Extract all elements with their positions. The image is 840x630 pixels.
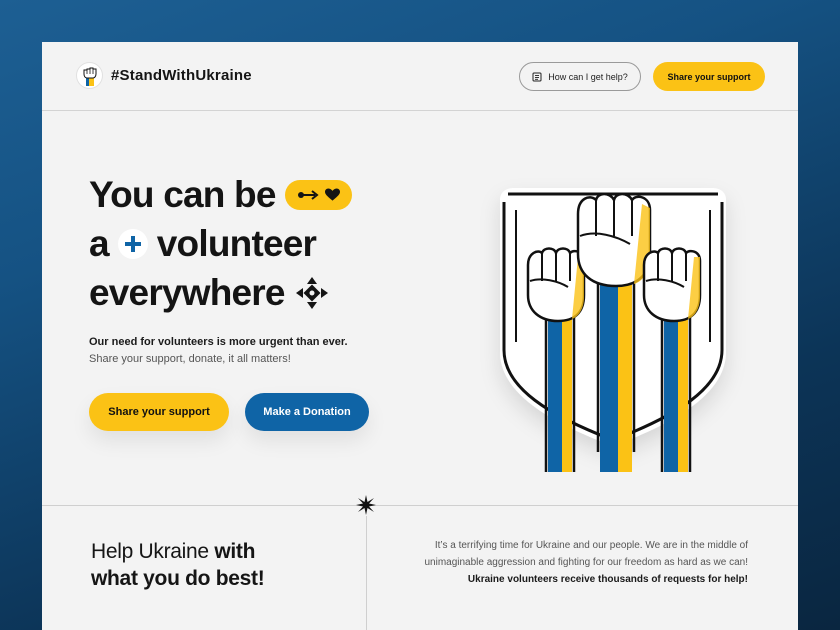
hero-text-you-can-be: You can be bbox=[89, 174, 276, 215]
raised-fists-shield-illustration bbox=[500, 188, 726, 472]
plus-badge bbox=[117, 229, 148, 259]
heart-icon bbox=[324, 188, 340, 201]
section-title-bold-1: with bbox=[214, 540, 256, 563]
hero-headline-line-1: You can be bbox=[89, 173, 352, 217]
section-divider bbox=[42, 505, 798, 506]
hero-text-a: a bbox=[89, 223, 110, 264]
hero-headline-line-2: a volunteer bbox=[89, 222, 317, 266]
hero-yellow-pill bbox=[284, 180, 352, 210]
get-help-label: How can I get help? bbox=[548, 71, 628, 82]
section-paragraph-text: It’s a terrifying time for Ukraine and o… bbox=[424, 540, 748, 568]
hero-subtitle: Share your support, donate, it all matte… bbox=[89, 353, 291, 365]
hero-headline-line-3: everywhere bbox=[89, 271, 330, 315]
arrow-key-icon bbox=[297, 190, 319, 200]
share-support-button[interactable]: Share your support bbox=[89, 393, 229, 431]
asterisk-star-icon bbox=[356, 495, 376, 515]
section-title-bold-2: what you do best! bbox=[91, 567, 265, 590]
section-title: Help Ukraine with what you do best! bbox=[91, 538, 265, 592]
page-frame: #StandWithUkraine How can I get help? Sh… bbox=[42, 42, 798, 630]
top-navigation: #StandWithUkraine How can I get help? Sh… bbox=[42, 42, 798, 111]
make-donation-button[interactable]: Make a Donation bbox=[245, 393, 369, 431]
four-arrows-icon bbox=[295, 277, 328, 309]
document-icon bbox=[532, 72, 542, 81]
hero-text-volunteer: volunteer bbox=[156, 223, 317, 264]
section-title-regular: Help Ukraine bbox=[91, 540, 209, 563]
section-paragraph-bold: Ukraine volunteers receive thousands of … bbox=[467, 574, 748, 585]
section-paragraph: It’s a terrifying time for Ukraine and o… bbox=[402, 537, 748, 588]
hero-text-everywhere: everywhere bbox=[89, 272, 285, 313]
plus-icon bbox=[124, 236, 141, 252]
logo[interactable] bbox=[76, 62, 103, 89]
get-help-button[interactable]: How can I get help? bbox=[519, 62, 641, 91]
brand-title[interactable]: #StandWithUkraine bbox=[111, 67, 252, 84]
share-support-header-button[interactable]: Share your support bbox=[653, 62, 765, 91]
column-divider bbox=[366, 516, 367, 630]
raised-fist-icon bbox=[83, 67, 96, 86]
hero-subtitle-bold: Our need for volunteers is more urgent t… bbox=[89, 336, 348, 348]
